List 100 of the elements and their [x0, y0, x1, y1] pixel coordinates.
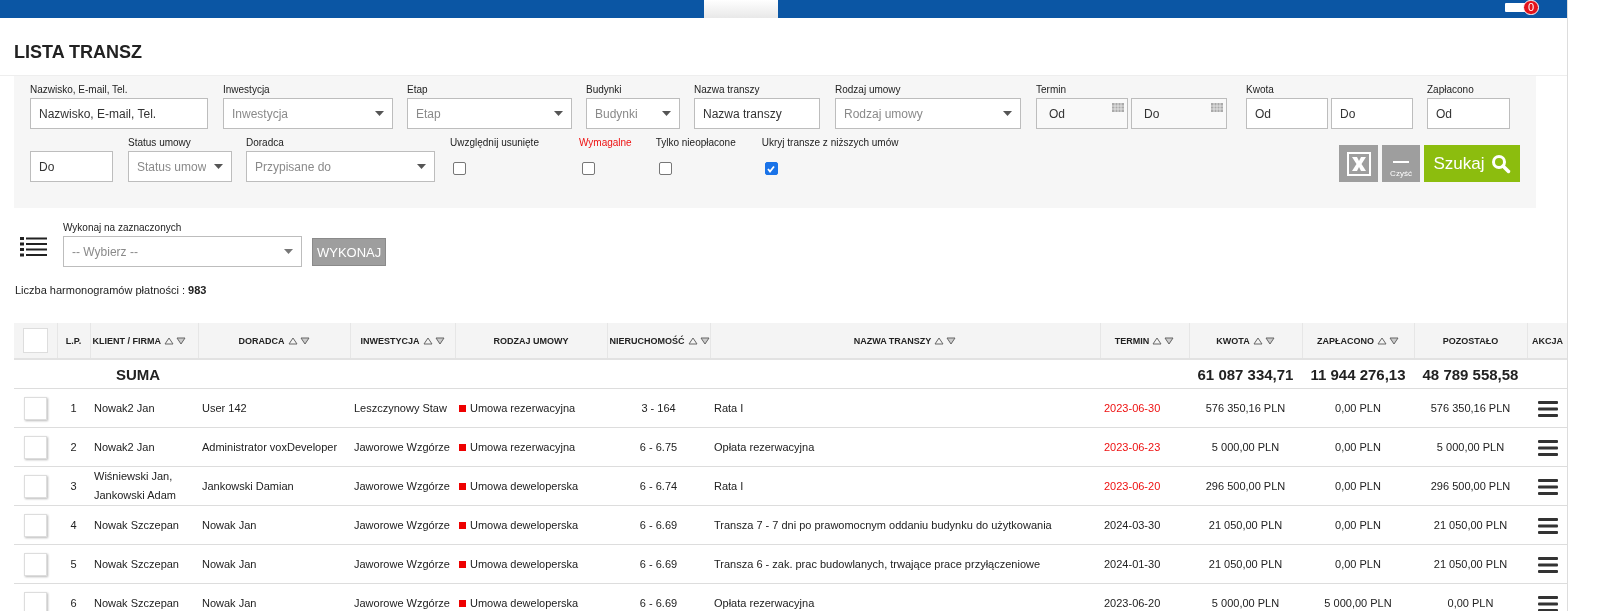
input-field[interactable]: Do [1331, 98, 1413, 129]
table-cell: Jaworowe Wzgórze [354, 518, 450, 531]
mail-icon[interactable] [1504, 2, 1527, 12]
filter-label: Status umowy [128, 137, 192, 150]
filter-label: Zapłacono [1427, 84, 1475, 97]
caret-icon [214, 164, 223, 169]
table-cell: 576 350,16 PLN [1430, 401, 1511, 414]
table-cell: 296 500,00 PLN [1430, 479, 1511, 492]
sum-value: 11 944 276,13 [1310, 365, 1406, 383]
table-cell-text: Umowa deweloperska [470, 556, 579, 572]
filter-label: Etap [407, 84, 429, 97]
input-field[interactable]: Od [1427, 98, 1510, 129]
table-cell: 21 050,00 PLN [1208, 557, 1283, 570]
caret-icon [284, 249, 293, 254]
column-header[interactable]: NAZWA TRANSZY [853, 335, 957, 346]
table-cell: Nowak Szczepan [94, 518, 179, 531]
excel-export-button[interactable] [1339, 145, 1378, 182]
table-cell: 0,00 PLN [1335, 440, 1381, 453]
filter-label: Doradca [246, 137, 285, 150]
row-checkbox[interactable] [24, 396, 47, 420]
table-cell: 21 050,00 PLN [1433, 557, 1508, 570]
select-field[interactable]: Rodzaj umowy [835, 98, 1021, 129]
select-field[interactable]: Status umow [128, 151, 232, 182]
input-field[interactable]: Do [30, 151, 113, 182]
menu-icon[interactable] [1537, 595, 1558, 611]
filter-label: Uwzględnij usunięte [450, 137, 539, 150]
row-checkbox[interactable] [24, 474, 47, 498]
table-cell: Transza 6 - zak. prac budowlanych, trwające prace przyłączeniowe [714, 557, 1041, 570]
table-cell: Rata I [714, 479, 744, 492]
date-field[interactable]: Do [1131, 98, 1227, 129]
sort-arrows-icon[interactable] [1377, 336, 1399, 345]
checkbox[interactable] [581, 162, 595, 175]
table-cell: 5 000,00 PLN [1324, 596, 1392, 609]
contract-type-marker [459, 482, 466, 490]
sort-arrows-icon[interactable] [687, 336, 710, 345]
calendar-icon [1112, 103, 1124, 112]
select-field[interactable]: -- Wybierz -- [63, 236, 302, 267]
checkbox[interactable] [764, 162, 778, 175]
menu-icon[interactable] [1537, 400, 1558, 417]
column-header[interactable]: DORADCA [238, 335, 310, 346]
table-cell: 0,00 PLN [1335, 557, 1381, 570]
checkbox[interactable] [453, 162, 466, 175]
sum-value: 48 789 558,58 [1422, 365, 1519, 383]
table-cell: 1 [70, 401, 77, 414]
filter-label: Rodzaj umowy [835, 84, 902, 97]
filter-label: Inwestycja [223, 84, 271, 97]
sort-arrows-icon[interactable] [287, 336, 310, 345]
row-checkbox[interactable] [24, 552, 47, 576]
table-cell: 6 - 6.75 [639, 440, 678, 453]
menu-icon[interactable] [1537, 517, 1558, 534]
input-field[interactable]: Nazwisko, E-mail, Tel. [30, 98, 208, 129]
checkbox[interactable] [658, 162, 672, 175]
row-checkbox[interactable] [24, 435, 47, 459]
table-cell: Transza 7 - 7 dni po prawomocnym oddaniu budynku do użytkowania [714, 518, 1052, 531]
filter-label: Ukryj transze z niższych umów [761, 137, 899, 150]
table-cell: Nowak2 Jan [94, 401, 155, 414]
table-cell: Nowak2 Jan [94, 440, 155, 453]
select-field[interactable]: Przypisane do [246, 151, 435, 182]
sort-arrows-icon[interactable] [164, 336, 186, 345]
caret-icon [662, 111, 671, 116]
column-header[interactable]: L.P. [65, 335, 82, 346]
contract-type-marker [459, 560, 466, 568]
row-checkbox[interactable] [24, 513, 47, 537]
menu-icon[interactable] [1537, 439, 1558, 456]
menu-icon[interactable] [1537, 478, 1558, 495]
filter-label: Nazwisko, E-mail, Tel. [30, 84, 129, 97]
table-cell: 6 - 6.69 [639, 596, 678, 609]
record-count: Liczba harmonogramów płatności : 983 [14, 283, 208, 298]
due-date: 2023-06-20 [1104, 596, 1161, 609]
due-date: 2023-06-30 [1104, 401, 1161, 414]
table-cell-text: Umowa rezerwacyjna [470, 400, 576, 416]
select-field[interactable]: Inwestycja [223, 98, 393, 129]
input-field[interactable]: Od [1246, 98, 1328, 129]
table-cell: 0,00 PLN [1447, 596, 1494, 609]
column-header[interactable]: RODZAJ UMOWY [493, 335, 569, 346]
sort-arrows-icon[interactable] [934, 336, 957, 345]
table-cell: 6 - 6.69 [639, 518, 678, 531]
column-header[interactable]: KWOTA [1216, 335, 1275, 346]
table-cell: 6 - 6.74 [639, 479, 678, 492]
due-date: 2024-03-30 [1104, 518, 1161, 531]
sum-value: 61 087 334,71 [1197, 365, 1294, 383]
sort-arrows-icon[interactable] [1252, 336, 1275, 345]
table-cell: User 142 [202, 401, 247, 414]
column-header[interactable]: POZOSTAŁO [1442, 335, 1499, 346]
filter-label: Termin [1036, 84, 1067, 97]
input-field[interactable]: Nazwa transzy [694, 98, 820, 129]
select-field[interactable]: Budynki [586, 98, 680, 129]
table-cell: Administrator voxDeveloper [202, 440, 338, 453]
row-checkbox[interactable] [24, 591, 47, 611]
sort-arrows-icon[interactable] [422, 336, 445, 345]
select-field[interactable]: Etap [407, 98, 572, 129]
table-cell: Jaworowe Wzgórze [354, 479, 450, 492]
date-field[interactable]: Od [1036, 98, 1128, 129]
menu-icon[interactable] [1537, 556, 1558, 573]
select-all-checkbox[interactable] [22, 328, 48, 353]
filter-label: Nazwa transzy [694, 84, 761, 97]
table-cell: 0,00 PLN [1335, 401, 1381, 414]
table-cell: 0,00 PLN [1335, 518, 1381, 531]
notification-badge: 0 [1522, 0, 1539, 15]
sort-arrows-icon[interactable] [1152, 336, 1175, 345]
